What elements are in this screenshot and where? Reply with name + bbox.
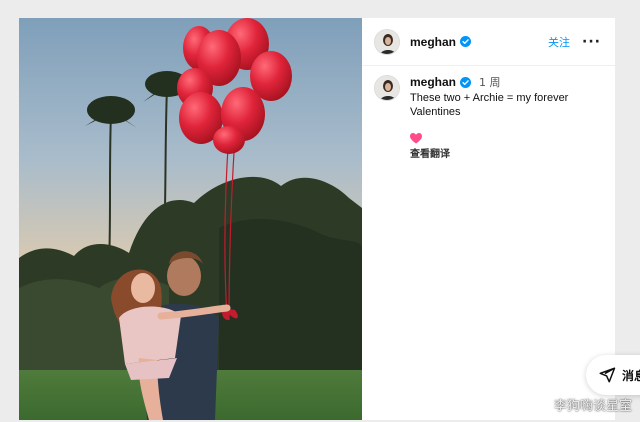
caption-body: meghan 1 周 These two + Archie = my forev… bbox=[410, 74, 603, 160]
author-username[interactable]: meghan bbox=[410, 35, 456, 49]
post-photo[interactable] bbox=[19, 18, 362, 420]
post-side-panel: meghan 关注 ··· meghan 1 周 These two + Arc… bbox=[362, 18, 615, 420]
post-modal: meghan 关注 ··· meghan 1 周 These two + Arc… bbox=[19, 18, 615, 420]
verified-badge-icon bbox=[460, 76, 472, 88]
follow-button[interactable]: 关注 bbox=[548, 34, 570, 50]
avatar-image bbox=[375, 29, 399, 54]
caption-avatar[interactable] bbox=[374, 75, 400, 101]
avatar-image bbox=[375, 76, 399, 100]
caption-username[interactable]: meghan bbox=[410, 75, 456, 89]
pink-heart-icon bbox=[410, 133, 422, 144]
post-time[interactable]: 1 周 bbox=[479, 74, 501, 90]
paper-plane-icon bbox=[599, 367, 616, 383]
verified-badge-icon bbox=[460, 36, 472, 47]
watermark-text: 李狗嗨谈星室 bbox=[553, 399, 632, 414]
caption-comment: meghan 1 周 These two + Archie = my forev… bbox=[362, 66, 615, 160]
messages-label: 消息 bbox=[622, 368, 640, 383]
messages-button[interactable]: 消息 bbox=[586, 355, 640, 395]
photo-illustration bbox=[19, 18, 362, 420]
more-options-icon[interactable]: ··· bbox=[582, 34, 601, 50]
see-translation-link[interactable]: 查看翻译 bbox=[410, 145, 603, 160]
profile-avatar[interactable] bbox=[374, 28, 400, 55]
post-header: meghan 关注 ··· bbox=[362, 18, 615, 66]
caption-text: These two + Archie = my forever Valentin… bbox=[410, 92, 569, 118]
caption-meta: meghan 1 周 bbox=[410, 74, 603, 90]
